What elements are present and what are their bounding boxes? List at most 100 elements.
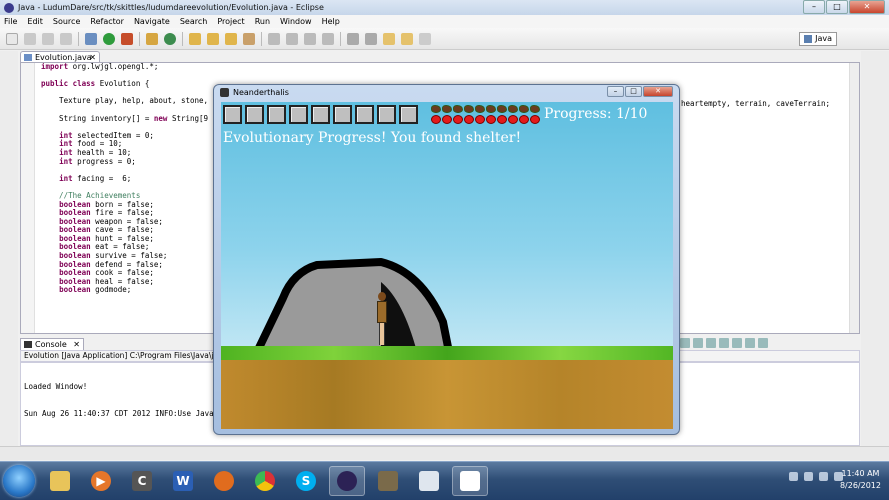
print-icon[interactable] bbox=[60, 32, 72, 45]
menu-project[interactable]: Project bbox=[217, 17, 244, 26]
maximize-button[interactable]: □ bbox=[826, 0, 848, 14]
menu-window[interactable]: Window bbox=[280, 17, 312, 26]
code-line: int facing = 6; bbox=[59, 173, 132, 183]
window-title: Java - LudumDare/src/tk/skittles/ludumda… bbox=[18, 3, 324, 12]
start-button[interactable] bbox=[3, 465, 35, 497]
taskbar-explorer[interactable] bbox=[42, 466, 78, 496]
taskbar-firefox[interactable] bbox=[206, 466, 242, 496]
pin-console-icon[interactable] bbox=[732, 338, 742, 348]
taskbar-skype[interactable]: S bbox=[288, 466, 324, 496]
taskbar-eclipse[interactable] bbox=[329, 466, 365, 496]
new-icon[interactable] bbox=[6, 32, 18, 45]
minimize-button[interactable]: – bbox=[803, 0, 825, 14]
taskbar-gimp[interactable] bbox=[370, 466, 406, 496]
editor-scrollbar[interactable] bbox=[849, 63, 859, 333]
new-java-project-icon[interactable] bbox=[146, 32, 158, 45]
system-tray bbox=[783, 472, 843, 481]
terminate-icon[interactable] bbox=[680, 338, 690, 348]
tray-skype-icon[interactable] bbox=[819, 472, 828, 481]
meat-icon bbox=[508, 105, 518, 113]
run-icon[interactable] bbox=[103, 32, 115, 45]
menu-run[interactable]: Run bbox=[255, 17, 270, 26]
scroll-lock-icon[interactable] bbox=[719, 338, 729, 348]
taskbar-document[interactable] bbox=[411, 466, 447, 496]
search-icon[interactable] bbox=[243, 32, 255, 45]
game-minimize-button[interactable]: – bbox=[607, 86, 624, 97]
block-selection-icon[interactable] bbox=[304, 32, 316, 45]
toolbar-separator bbox=[182, 31, 183, 46]
open-resource-icon[interactable] bbox=[225, 32, 237, 45]
last-edit-icon[interactable] bbox=[383, 32, 395, 45]
clock-date: 8/26/2012 bbox=[839, 481, 881, 490]
menu-source[interactable]: Source bbox=[53, 17, 80, 26]
achievement-message: Evolutionary Progress! You found shelter… bbox=[223, 130, 522, 146]
left-trim bbox=[0, 51, 18, 461]
close-button[interactable]: ✕ bbox=[849, 0, 885, 14]
meat-icon bbox=[519, 105, 529, 113]
new-java-class-icon[interactable] bbox=[164, 32, 176, 45]
console-tab[interactable]: Console ✕ bbox=[20, 338, 84, 350]
annotation-icon[interactable] bbox=[268, 32, 280, 45]
media-player-icon: ▶ bbox=[91, 471, 111, 491]
debug-icon[interactable] bbox=[85, 32, 97, 45]
tray-alert-icon[interactable] bbox=[789, 472, 798, 481]
heart-icon bbox=[530, 115, 540, 124]
inventory-slot bbox=[377, 105, 396, 124]
save-icon[interactable] bbox=[24, 32, 36, 45]
meat-icon bbox=[431, 105, 441, 113]
open-type-icon[interactable] bbox=[189, 32, 201, 45]
taskbar-java-game[interactable] bbox=[452, 466, 488, 496]
display-console-icon[interactable] bbox=[745, 338, 755, 348]
menu-help[interactable]: Help bbox=[322, 17, 340, 26]
code-text-right: heartempty, terrain, caveTerrain; bbox=[681, 99, 831, 108]
taskbar-c-app[interactable]: C bbox=[124, 466, 160, 496]
windows-taskbar: ▶ C W S 11:40 AM 8/26/2012 bbox=[0, 461, 889, 500]
mark-occurrences-icon[interactable] bbox=[286, 32, 298, 45]
meat-icon bbox=[453, 105, 463, 113]
inventory-slot bbox=[355, 105, 374, 124]
menu-edit[interactable]: Edit bbox=[27, 17, 43, 26]
game-close-button[interactable]: ✕ bbox=[643, 86, 673, 97]
menu-bar: File Edit Source Refactor Navigate Searc… bbox=[0, 15, 889, 28]
game-window[interactable]: Neanderthalis – □ ✕ Progress: 1/10 Evolu… bbox=[213, 84, 680, 435]
open-console-icon[interactable] bbox=[758, 338, 768, 348]
game-canvas[interactable]: Progress: 1/10 Evolutionary Progress! Yo… bbox=[221, 102, 673, 429]
clear-console-icon[interactable] bbox=[706, 338, 716, 348]
menu-file[interactable]: File bbox=[4, 17, 17, 26]
tray-network-icon[interactable] bbox=[804, 472, 813, 481]
gimp-icon bbox=[378, 471, 398, 491]
back-icon[interactable] bbox=[401, 32, 413, 45]
remove-launch-icon[interactable] bbox=[693, 338, 703, 348]
menu-search[interactable]: Search bbox=[180, 17, 207, 26]
taskbar-chrome[interactable] bbox=[247, 466, 283, 496]
next-annotation-icon[interactable] bbox=[347, 32, 359, 45]
taskbar-clock[interactable]: 11:40 AM 8/26/2012 bbox=[840, 468, 881, 492]
close-console-icon[interactable]: ✕ bbox=[73, 339, 80, 350]
game-window-title: Neanderthalis bbox=[233, 88, 289, 97]
toolbar-separator bbox=[340, 31, 341, 46]
previous-annotation-icon[interactable] bbox=[365, 32, 377, 45]
save-all-icon[interactable] bbox=[42, 32, 54, 45]
show-whitespace-icon[interactable] bbox=[322, 32, 334, 45]
c-app-icon: C bbox=[132, 471, 152, 491]
menu-navigate[interactable]: Navigate bbox=[134, 17, 170, 26]
heart-icon bbox=[475, 115, 485, 124]
heart-icon bbox=[519, 115, 529, 124]
heart-icon bbox=[442, 115, 452, 124]
inventory-slot bbox=[399, 105, 418, 124]
java-perspective-button[interactable]: Java bbox=[799, 32, 837, 46]
inventory-slot bbox=[267, 105, 286, 124]
toolbar-separator bbox=[139, 31, 140, 46]
code-line: int progress = 0; bbox=[59, 156, 136, 166]
game-maximize-button[interactable]: □ bbox=[625, 86, 642, 97]
taskbar-word[interactable]: W bbox=[165, 466, 201, 496]
open-folder-icon[interactable] bbox=[207, 32, 219, 45]
editor-tab-label: Evolution.java bbox=[35, 53, 92, 62]
taskbar-media-player[interactable]: ▶ bbox=[83, 466, 119, 496]
main-toolbar: Java bbox=[0, 28, 889, 50]
external-tools-icon[interactable] bbox=[121, 32, 133, 45]
game-title-bar: Neanderthalis bbox=[220, 88, 289, 97]
game-window-controls: – □ ✕ bbox=[606, 86, 673, 97]
forward-icon[interactable] bbox=[419, 32, 431, 45]
menu-refactor[interactable]: Refactor bbox=[90, 17, 124, 26]
